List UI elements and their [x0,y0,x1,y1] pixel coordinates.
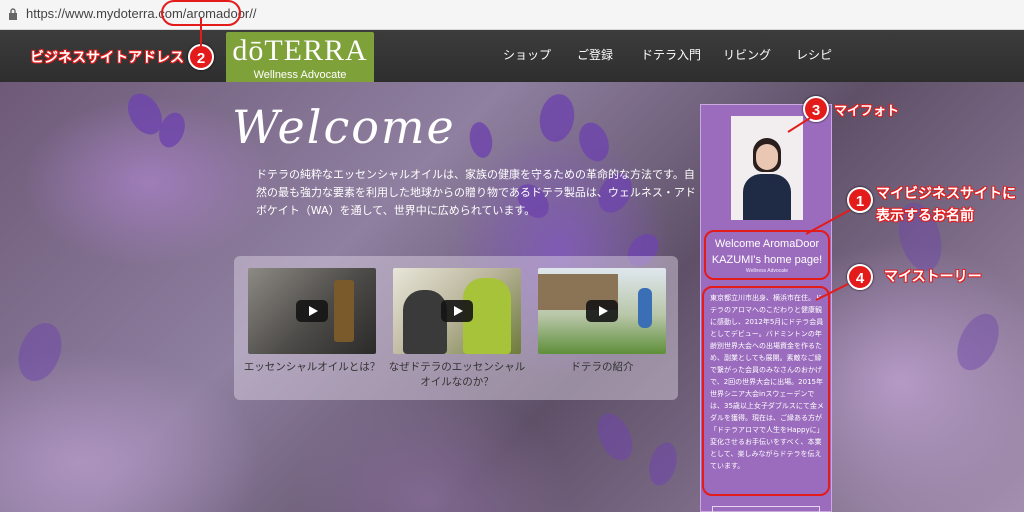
annotation-1-connector [805,209,851,235]
welcome-name-line2: KAZUMI's home page! [711,254,823,266]
annotation-1-label-line1: マイビジネスサイトに [876,186,1016,202]
browser-url-bar[interactable]: https://www.mydoterra.com/aromadoor// [0,0,1024,30]
play-icon[interactable] [296,300,328,322]
nav-item-recipe[interactable]: レシピ [796,46,832,63]
annotation-2-badge: 2 [188,44,214,70]
annotation-1-label-line2: 表示するお名前 [876,208,974,224]
annotation-4-connector [815,283,849,301]
nav-item-shop[interactable]: ショップ [503,46,551,63]
logo-sub-text: Wellness Advocate [253,69,347,81]
video-caption-1[interactable]: エッセンシャルオイルとは？ [242,360,382,375]
intro-text: ドテラの純粋なエッセンシャルオイルは、家族の健康を守るための革命的な方法です。自… [256,168,696,217]
annotation-3-label: マイフォト [834,104,900,119]
video-thumbnail-2[interactable] [393,268,521,354]
welcome-name-sub: Wellness Advocate [745,268,789,274]
video-thumbnail-1[interactable] [248,268,376,354]
annotation-2-label: ビジネスサイトアドレス [30,50,184,66]
video-caption-3[interactable]: ドテラの紹介 [532,360,672,375]
nav-item-living[interactable]: リビング [723,46,771,63]
logo-main-text: dōTERRA [232,34,368,67]
nav-item-intro[interactable]: ドテラ入門 [641,46,701,63]
play-icon[interactable] [586,300,618,322]
video-thumbnail-3[interactable] [538,268,666,354]
play-icon[interactable] [441,300,473,322]
welcome-name-line1: Welcome AromaDoor [714,238,820,250]
nav-item-register[interactable]: ご登録 [577,46,613,63]
annotation-3-connector [787,117,811,133]
sidebar-button[interactable] [712,506,820,512]
video-caption-2[interactable]: なぜドテラのエッセンシャルオイルなのか？ [387,360,527,390]
welcome-heading: Welcome [232,100,456,154]
doterra-logo[interactable]: dōTERRA Wellness Advocate [226,32,374,86]
my-story-text: 東京都立川市出身、横浜市在住。ドテラのアロマへのこだわりと健康観に感動し、201… [710,294,824,470]
lock-icon [9,8,17,20]
annotation-4-label: マイストーリー [884,269,982,285]
annotation-2-connector [200,18,202,46]
